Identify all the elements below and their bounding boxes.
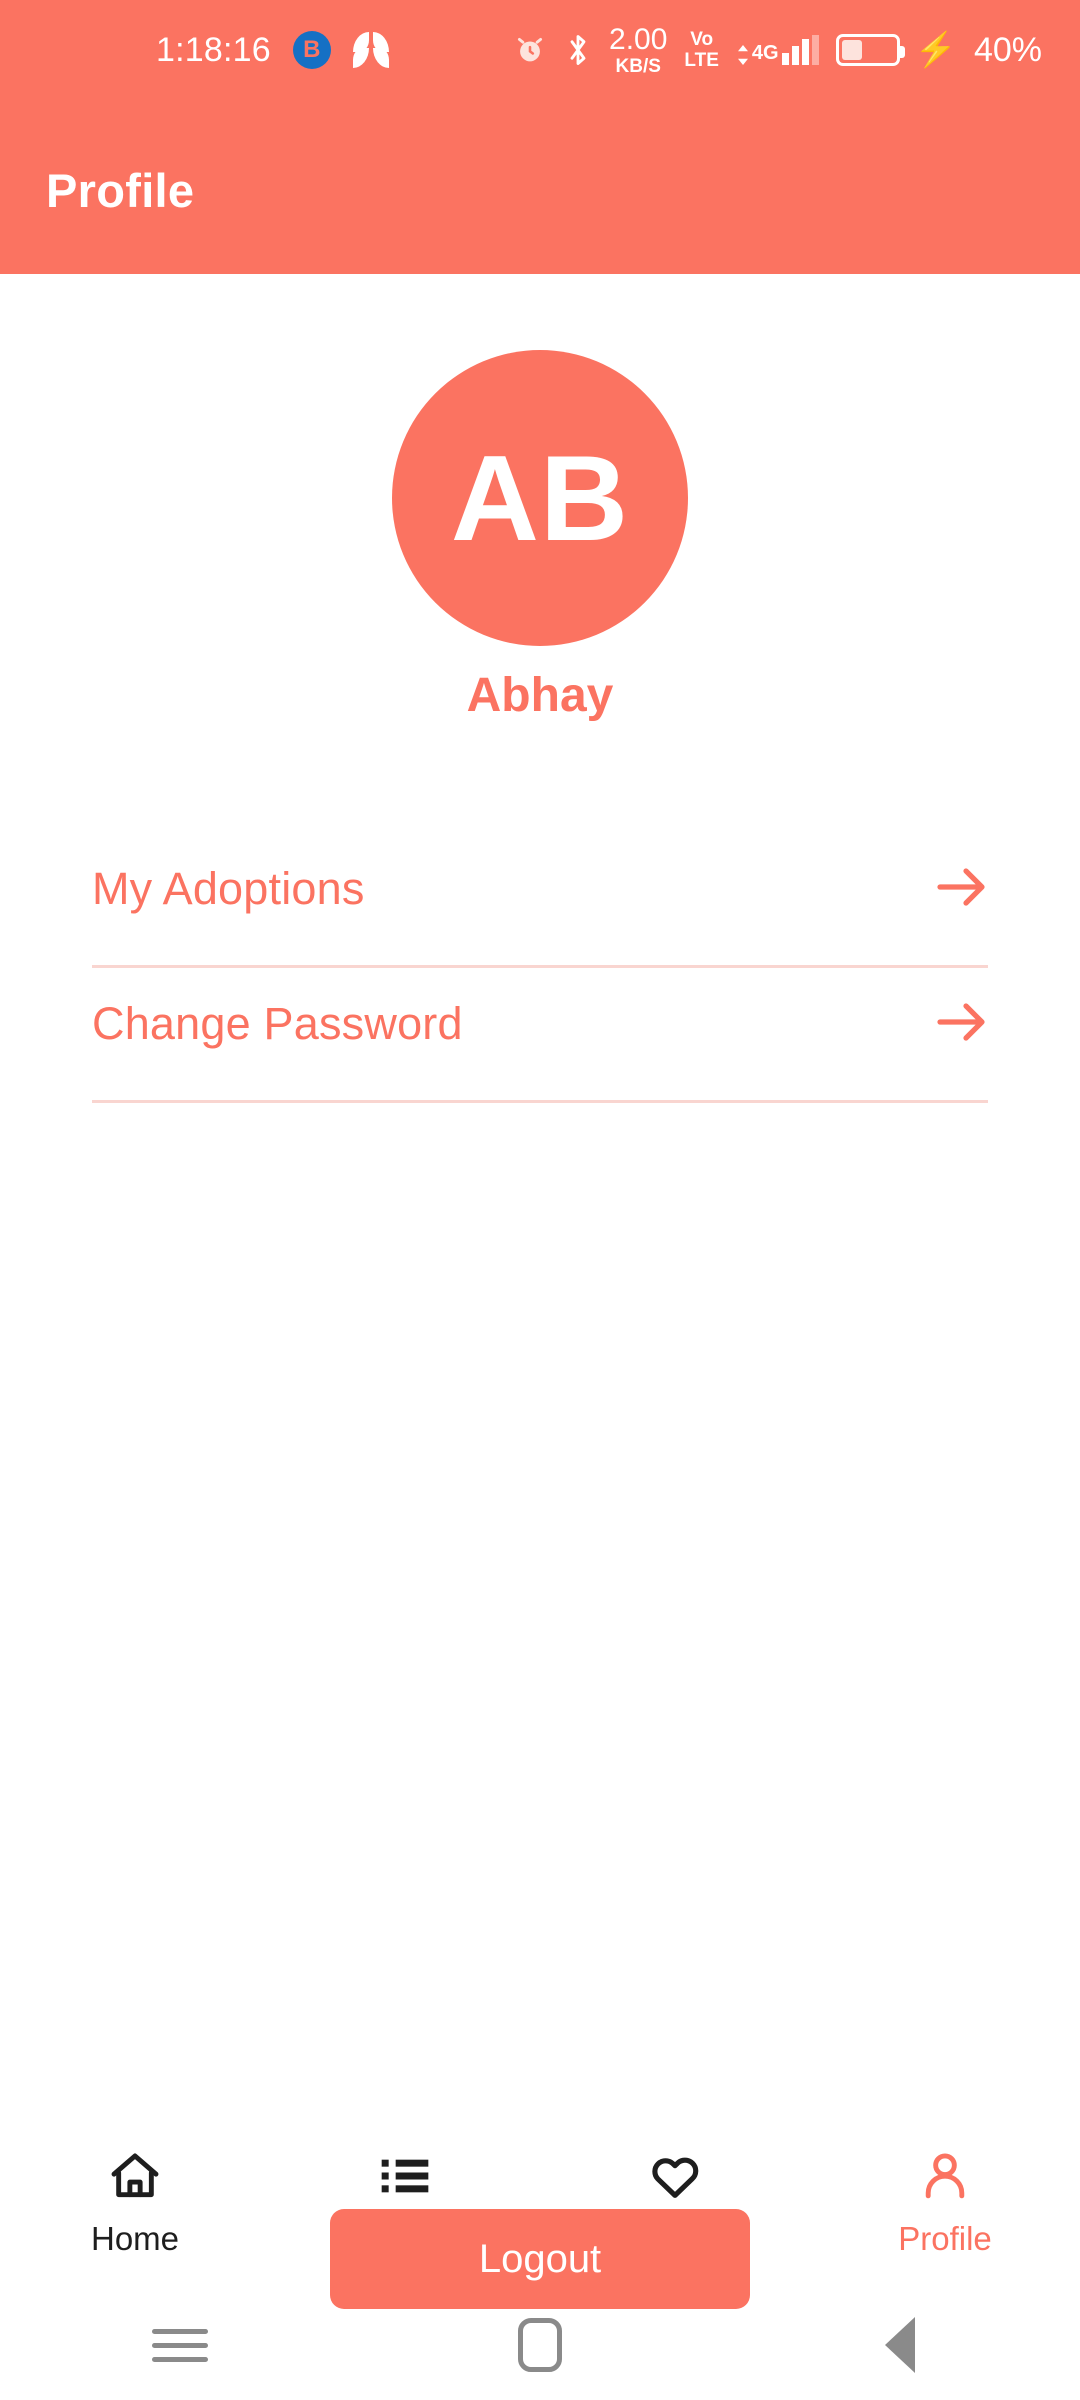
heart-icon <box>647 2148 703 2204</box>
volte-line-1: Vo <box>690 29 714 50</box>
menu-item-label: Change Password <box>92 998 463 1049</box>
charging-bolt-icon: ⚡ <box>914 31 957 69</box>
network-speed: 2.00 KB/S <box>609 22 668 77</box>
menu-item-my-adoptions[interactable]: My Adoptions <box>92 833 988 968</box>
person-icon <box>917 2148 973 2204</box>
signal-bars-icon <box>781 35 819 65</box>
status-bar-left: 1:18:16 B <box>156 31 389 69</box>
battery-fill <box>841 40 863 60</box>
profile-name: Abhay <box>466 669 614 722</box>
clover-icon <box>352 32 389 68</box>
menu-item-label: My Adoptions <box>92 863 365 914</box>
status-bar-right: 2.00 KB/S Vo LTE 4G ⚡ 40% <box>513 22 1042 77</box>
system-home-button[interactable] <box>360 2318 720 2372</box>
network-speed-value: 2.00 <box>609 22 668 56</box>
status-clock: 1:18:16 <box>156 31 271 69</box>
home-square-icon <box>518 2318 562 2372</box>
battery-icon <box>835 34 905 66</box>
mobile-signal-group: 4G <box>736 35 819 65</box>
network-speed-unit: KB/S <box>615 55 661 77</box>
avatar: AB <box>392 350 688 646</box>
profile-header: AB Abhay <box>0 350 1080 723</box>
volte-line-2: LTE <box>684 50 719 71</box>
profile-menu: My Adoptions Change Password <box>0 833 1080 1103</box>
home-icon <box>107 2148 163 2204</box>
phone-screen: 1:18:16 B 2.00 KB/S Vo LTE 4G ⚡ 40% Prof… <box>0 0 1080 2400</box>
arrow-right-icon[interactable] <box>936 865 988 914</box>
app-bar: 1:18:16 B 2.00 KB/S Vo LTE 4G ⚡ 40% Prof… <box>0 0 1080 274</box>
alarm-clock-icon <box>513 33 547 67</box>
main-content: AB Abhay My Adoptions Change Password Lo… <box>0 274 1080 2309</box>
logout-button[interactable]: Logout <box>330 2209 750 2309</box>
bluetooth-icon <box>564 32 592 68</box>
network-type-label: 4G <box>751 42 779 64</box>
system-recents-button[interactable] <box>0 2320 360 2371</box>
list-icon <box>377 2148 433 2204</box>
system-back-button[interactable] <box>720 2317 1080 2373</box>
page-title: Profile <box>46 164 195 217</box>
recents-icon <box>152 2320 208 2371</box>
back-triangle-icon <box>885 2317 915 2373</box>
status-bar: 1:18:16 B 2.00 KB/S Vo LTE 4G ⚡ 40% <box>0 0 1080 100</box>
menu-item-change-password[interactable]: Change Password <box>92 968 988 1103</box>
logout-container: Logout <box>0 2209 1080 2309</box>
arrow-right-icon[interactable] <box>936 1000 988 1049</box>
b-badge-icon: B <box>292 31 331 69</box>
battery-percent-label: 40% <box>973 30 1042 69</box>
network-type-icon: 4G <box>736 43 779 65</box>
volte-icon: Vo LTE <box>684 30 718 70</box>
